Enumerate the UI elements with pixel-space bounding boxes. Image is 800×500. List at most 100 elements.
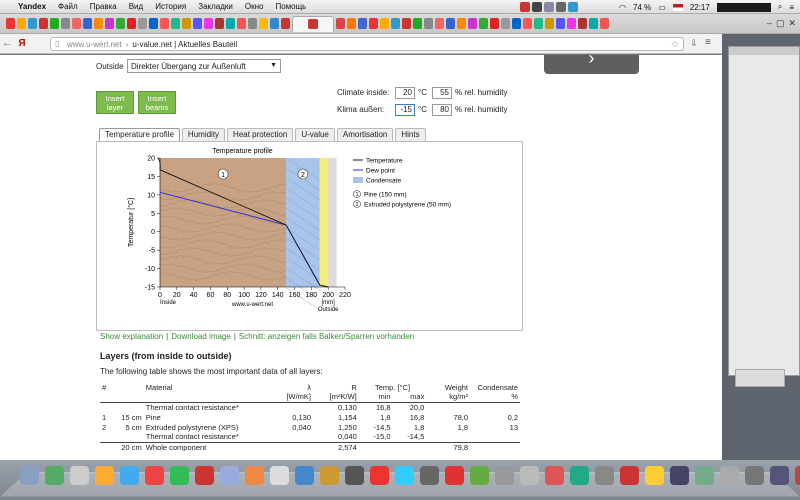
dock-app-icon[interactable] [370,466,389,485]
tray-icon[interactable] [544,2,554,12]
inside-temp-input[interactable]: 20 [395,87,415,99]
wifi-icon[interactable]: ◠ [619,3,626,12]
menu-window[interactable]: Окно [245,2,264,11]
clock[interactable]: 22:17 [690,3,710,12]
browser-tab[interactable] [17,18,26,29]
tray-icon[interactable] [532,2,542,12]
dock-app-icon[interactable] [95,466,114,485]
browser-tab[interactable] [457,18,466,29]
dock-app-icon[interactable] [70,466,89,485]
browser-tab[interactable] [72,18,81,29]
browser-tab[interactable] [193,18,202,29]
browser-tab[interactable] [171,18,180,29]
browser-tab[interactable] [600,18,609,29]
browser-tab[interactable] [182,18,191,29]
menu-edit[interactable]: Правка [90,2,117,11]
show-explanation-link[interactable]: Show explanation [100,332,163,341]
download-image-link[interactable]: Download image [171,332,231,341]
browser-tab[interactable] [446,18,455,29]
dock-app-icon[interactable] [645,466,664,485]
browser-tab[interactable] [468,18,477,29]
browser-tab[interactable] [149,18,158,29]
download-icon[interactable]: ⇩ [690,38,698,49]
browser-tab[interactable] [391,18,400,29]
browser-tab[interactable] [248,18,257,29]
browser-tab[interactable] [116,18,125,29]
search-icon[interactable]: ⌕ [778,2,782,12]
dock-app-icon[interactable] [595,466,614,485]
dock-app-icon[interactable] [670,466,689,485]
dock-app-icon[interactable] [695,466,714,485]
insert-beams-button[interactable]: Insert beams [138,91,176,114]
browser-tab[interactable] [6,18,15,29]
dock-app-icon[interactable] [445,466,464,485]
menu-app-name[interactable]: Yandex [18,2,46,11]
browser-tab[interactable] [523,18,532,29]
dock-app-icon[interactable] [195,466,214,485]
next-slide-button[interactable]: › [544,55,639,74]
dock-app-icon[interactable] [745,466,764,485]
browser-tab[interactable] [435,18,444,29]
browser-tab[interactable] [380,18,389,29]
tab-temperature-profile[interactable]: Temperature profile [99,128,180,141]
browser-tab[interactable] [61,18,70,29]
browser-tab[interactable] [105,18,114,29]
dock-app-icon[interactable] [720,466,739,485]
dock-app-icon[interactable] [220,466,239,485]
browser-tab[interactable] [336,18,345,29]
browser-tab[interactable] [402,18,411,29]
browser-tab[interactable] [83,18,92,29]
dock-app-icon[interactable] [470,466,489,485]
section-link[interactable]: Schnitt: anzeigen falls Balken/Sparren v… [239,332,414,341]
dock-app-icon[interactable] [620,466,639,485]
window-minimize-icon[interactable]: – [767,18,772,29]
dock-app-icon[interactable] [45,466,64,485]
browser-tab[interactable] [347,18,356,29]
browser-tab[interactable] [479,18,488,29]
battery-label[interactable]: 74 % [633,3,651,12]
browser-tab[interactable] [578,18,587,29]
tab-hints[interactable]: Hints [395,128,426,141]
list-icon[interactable]: ≡ [789,3,794,12]
dock-app-icon[interactable] [570,466,589,485]
browser-tab[interactable] [501,18,510,29]
dock-app-icon[interactable] [120,466,139,485]
browser-tab[interactable] [556,18,565,29]
tray-icon[interactable] [556,2,566,12]
window-close-icon[interactable]: ✕ [788,18,796,29]
browser-tab[interactable] [270,18,279,29]
dock-app-icon[interactable] [395,466,414,485]
browser-tab[interactable] [138,18,147,29]
browser-tab[interactable] [545,18,554,29]
browser-tab[interactable] [534,18,543,29]
dock-app-icon[interactable] [495,466,514,485]
tray-icon[interactable] [568,2,578,12]
browser-tab[interactable] [424,18,433,29]
url-field[interactable]: ▯ www.u-wert.net › u-value.net | Aktuell… [50,37,684,51]
dock-app-icon[interactable] [20,466,39,485]
tab-amortisation[interactable]: Amortisation [336,128,394,141]
browser-tab[interactable] [226,18,235,29]
dock-app-icon[interactable] [145,466,164,485]
dock-app-icon[interactable] [270,466,289,485]
browser-tab[interactable] [204,18,213,29]
dock-app-icon[interactable] [770,466,789,485]
background-app-window[interactable] [728,46,800,387]
dock-app-icon[interactable] [520,466,539,485]
browser-tab[interactable] [358,18,367,29]
dock-app-icon[interactable] [295,466,314,485]
dock-app-icon[interactable] [320,466,339,485]
tray-icon[interactable] [520,2,530,12]
browser-tab[interactable] [567,18,576,29]
browser-tab[interactable] [281,18,290,29]
browser-tab[interactable] [127,18,136,29]
menu-view[interactable]: Вид [129,2,143,11]
dock-app-icon[interactable] [345,466,364,485]
browser-tab[interactable] [39,18,48,29]
menu-history[interactable]: История [155,2,186,11]
dock-app-icon[interactable] [170,466,189,485]
browser-tab[interactable] [160,18,169,29]
browser-tab-active[interactable] [292,15,334,32]
back-icon[interactable]: ← [0,38,14,49]
outside-select[interactable]: Direkter Übergang zur Außenluft ▼ [127,59,281,73]
